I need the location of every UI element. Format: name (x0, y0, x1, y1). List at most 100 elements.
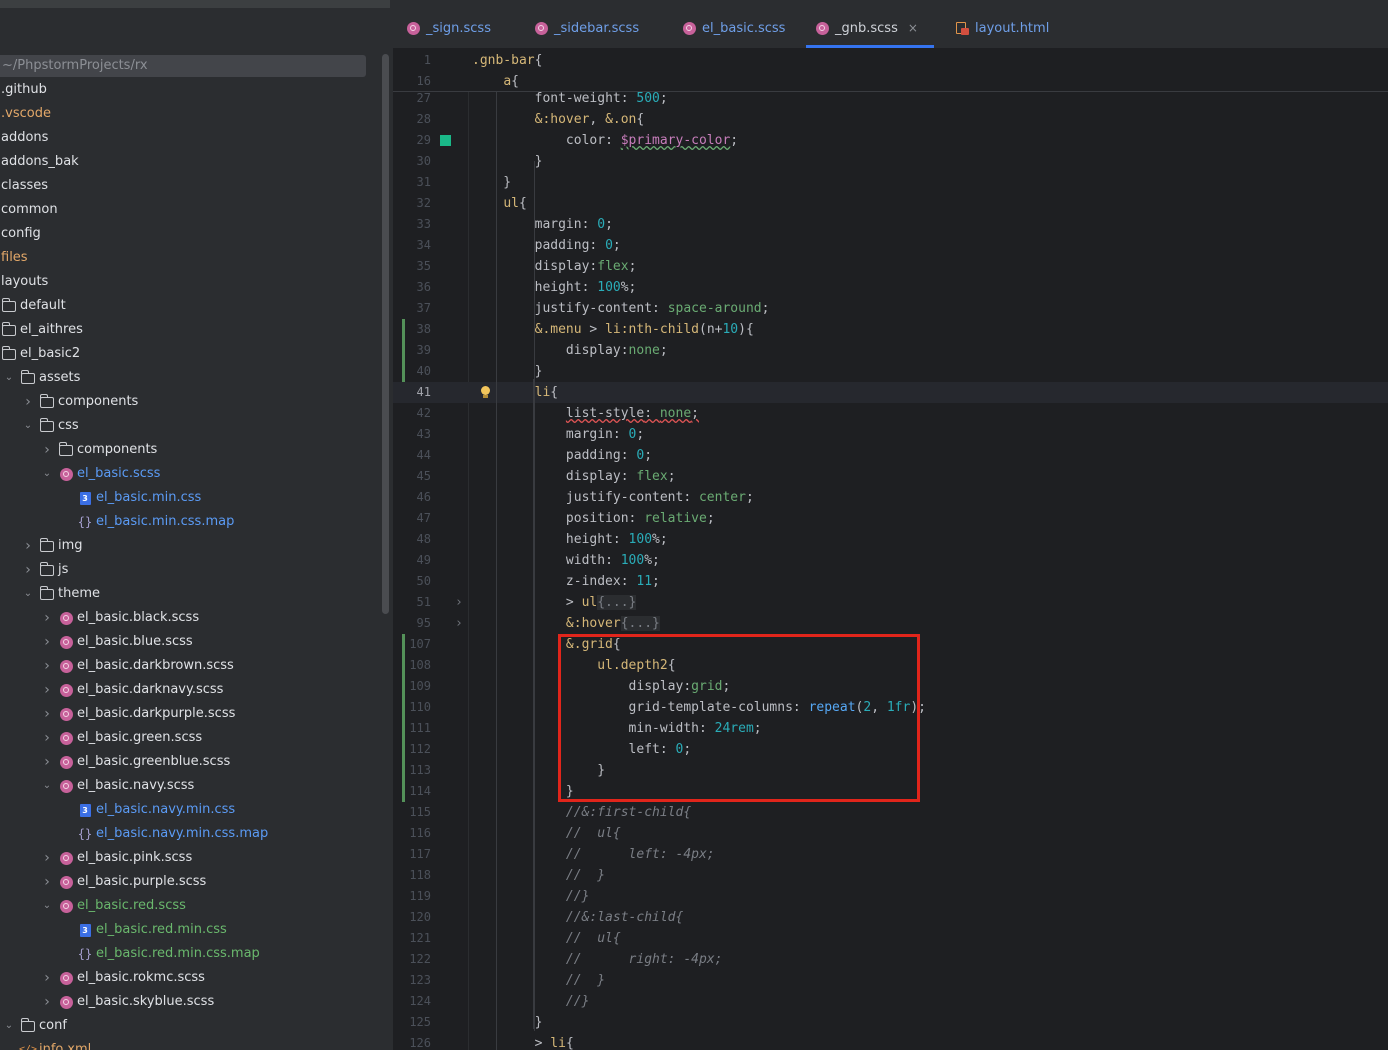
code-editor[interactable]: 1 .gnb-bar{16 a{ 27 font-weight: 500; 28 &… (393, 49, 1388, 1050)
lightbulb-icon[interactable] (480, 386, 490, 398)
tree-item[interactable]: ⌄ assets (1, 366, 80, 390)
tree-item[interactable]: › components (39, 438, 157, 462)
vcs-change-marker[interactable] (402, 634, 405, 655)
code-line[interactable]: 33 margin: 0; (393, 214, 1388, 235)
tree-item[interactable]: ⌄ el_basic.scss (39, 462, 161, 486)
code-line[interactable]: 42 list-style: none; (393, 403, 1388, 424)
tree-item[interactable]: › el_basic.darknavy.scss (39, 678, 223, 702)
color-swatch-icon[interactable] (440, 135, 451, 146)
code-line[interactable]: 115 //&:first-child{ (393, 802, 1388, 823)
chevron-right-icon[interactable]: › (39, 750, 55, 774)
code-line[interactable]: 120 //&:last-child{ (393, 907, 1388, 928)
vcs-change-marker[interactable] (402, 340, 405, 361)
code-line[interactable]: 31 } (393, 172, 1388, 193)
vcs-change-marker[interactable] (402, 319, 405, 340)
sticky-scroll-header[interactable]: 1 .gnb-bar{16 a{ (393, 49, 1388, 92)
tree-item[interactable]: </> info.xml (19, 1038, 91, 1050)
tree-scrollbar[interactable] (382, 54, 389, 614)
fold-chevron-icon[interactable]: › (455, 613, 463, 634)
tree-item[interactable]: ⌄ el_basic.red.scss (39, 894, 186, 918)
vcs-change-marker[interactable] (402, 718, 405, 739)
code-line[interactable]: 38 &.menu > li:nth-child(n+10){ (393, 319, 1388, 340)
chevron-right-icon[interactable]: › (39, 846, 55, 870)
chevron-down-icon[interactable]: ⌄ (20, 582, 36, 606)
tree-item[interactable]: › js (20, 558, 68, 582)
tab-sidebar-scss[interactable]: _sidebar.scss (535, 8, 639, 48)
tree-item[interactable]: el_basic2 (1, 342, 80, 366)
code-line[interactable]: 125 } (393, 1012, 1388, 1033)
code-line[interactable]: 121 // ul{ (393, 928, 1388, 949)
tree-item[interactable]: ⌄ conf (1, 1014, 67, 1038)
chevron-right-icon[interactable]: › (39, 630, 55, 654)
code-line[interactable]: 126 > li{ (393, 1033, 1388, 1050)
chevron-down-icon[interactable]: ⌄ (39, 894, 55, 918)
code-line[interactable]: 37 justify-content: space-around; (393, 298, 1388, 319)
code-line[interactable]: 122 // right: -4px; (393, 949, 1388, 970)
chevron-down-icon[interactable]: ⌄ (1, 366, 17, 390)
vcs-change-marker[interactable] (402, 697, 405, 718)
chevron-down-icon[interactable]: ⌄ (1, 1014, 17, 1038)
code-line[interactable]: 118 // } (393, 865, 1388, 886)
code-line[interactable]: 95 &:hover{...} › (393, 613, 1388, 634)
tree-item[interactable]: › el_basic.purple.scss (39, 870, 206, 894)
code-line[interactable]: 116 // ul{ (393, 823, 1388, 844)
tree-item[interactable]: classes (1, 174, 48, 198)
sticky-code-line[interactable]: 16 a{ (393, 71, 1388, 92)
tree-item[interactable]: › el_basic.black.scss (39, 606, 199, 630)
chevron-right-icon[interactable]: › (39, 678, 55, 702)
tree-item[interactable]: › el_basic.greenblue.scss (39, 750, 230, 774)
chevron-right-icon[interactable]: › (39, 966, 55, 990)
chevron-right-icon[interactable]: › (39, 870, 55, 894)
chevron-right-icon[interactable]: › (39, 654, 55, 678)
vcs-change-marker[interactable] (402, 739, 405, 760)
chevron-right-icon[interactable]: › (20, 390, 36, 414)
tree-item[interactable]: layouts (1, 270, 48, 294)
code-line[interactable]: 39 display:none; (393, 340, 1388, 361)
code-line[interactable]: 48 height: 100%; (393, 529, 1388, 550)
tree-item[interactable]: › el_basic.green.scss (39, 726, 202, 750)
code-line[interactable]: 47 position: relative; (393, 508, 1388, 529)
tree-item[interactable]: 3 el_basic.red.min.css (77, 918, 227, 942)
tree-item[interactable]: config (1, 222, 41, 246)
tree-item[interactable]: › el_basic.skyblue.scss (39, 990, 214, 1014)
sticky-code-line[interactable]: 1 .gnb-bar{ (393, 50, 1388, 71)
code-line[interactable]: 51 > ul{...} › (393, 592, 1388, 613)
code-line[interactable]: 32 ul{ (393, 193, 1388, 214)
tab-sign-scss[interactable]: _sign.scss (407, 8, 491, 48)
close-icon[interactable]: × (908, 21, 918, 35)
code-line[interactable]: 29 color: $primary-color; (393, 130, 1388, 151)
code-line[interactable]: 123 // } (393, 970, 1388, 991)
tree-item[interactable]: addons_bak (1, 150, 79, 174)
chevron-down-icon[interactable]: ⌄ (39, 462, 55, 486)
tree-item[interactable]: .github (1, 78, 47, 102)
tree-item[interactable]: default (1, 294, 66, 318)
code-line[interactable]: 124 //} (393, 991, 1388, 1012)
tree-item[interactable]: 3 el_basic.min.css (77, 486, 201, 510)
code-line[interactable]: 30 } (393, 151, 1388, 172)
code-line[interactable]: 35 display:flex; (393, 256, 1388, 277)
code-line[interactable]: 40 } (393, 361, 1388, 382)
code-line[interactable]: 119 //} (393, 886, 1388, 907)
tree-item[interactable]: ⌄ css (20, 414, 79, 438)
chevron-right-icon[interactable]: › (39, 438, 55, 462)
tree-item[interactable]: › el_basic.darkpurple.scss (39, 702, 235, 726)
fold-chevron-icon[interactable]: › (455, 592, 463, 613)
tree-item[interactable]: ⌄ el_basic.navy.scss (39, 774, 195, 798)
project-path[interactable]: ~/PhpstormProjects/rx (0, 55, 366, 77)
code-line[interactable]: 49 width: 100%; (393, 550, 1388, 571)
tree-item[interactable]: files (1, 246, 28, 270)
tree-item[interactable]: › el_basic.rokmc.scss (39, 966, 205, 990)
tree-item[interactable]: › el_basic.pink.scss (39, 846, 192, 870)
chevron-right-icon[interactable]: › (39, 726, 55, 750)
vcs-change-marker[interactable] (402, 655, 405, 676)
tree-item[interactable]: › el_basic.blue.scss (39, 630, 193, 654)
chevron-down-icon[interactable]: ⌄ (39, 774, 55, 798)
chevron-right-icon[interactable]: › (39, 606, 55, 630)
tab-layout-html[interactable]: layout.html (955, 8, 1049, 48)
vcs-change-marker[interactable] (402, 361, 405, 382)
tree-item[interactable]: › el_basic.darkbrown.scss (39, 654, 234, 678)
code-line[interactable]: 41 li{ (393, 382, 1388, 403)
code-line[interactable]: 50 z-index: 11; (393, 571, 1388, 592)
tree-item[interactable]: 3 el_basic.navy.min.css (77, 798, 235, 822)
chevron-down-icon[interactable]: ⌄ (20, 414, 36, 438)
